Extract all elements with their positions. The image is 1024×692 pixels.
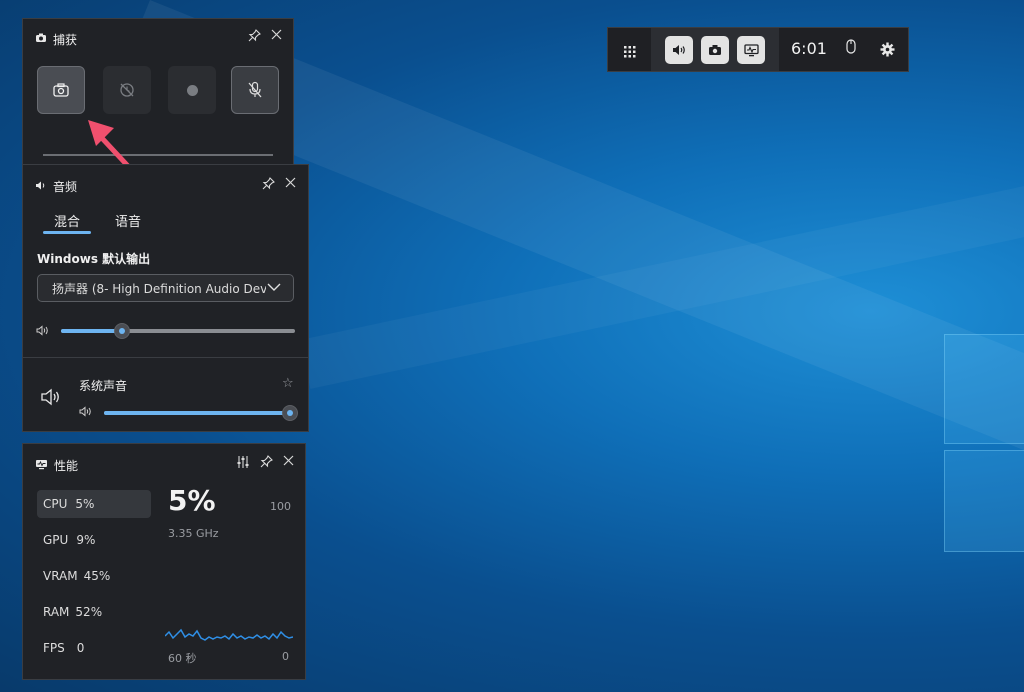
- mouse-icon[interactable]: [846, 39, 856, 58]
- tab-voice[interactable]: 语音: [115, 211, 141, 230]
- star-icon[interactable]: ☆: [282, 376, 294, 391]
- speaker-icon: [35, 180, 47, 194]
- slider-thumb[interactable]: [282, 405, 299, 421]
- metric-value: 9%: [76, 533, 96, 547]
- settings-sliders-icon[interactable]: [236, 455, 250, 473]
- mic-toggle-button[interactable]: [231, 66, 279, 114]
- screenshot-button[interactable]: [37, 66, 85, 114]
- slider-fill: [61, 329, 122, 333]
- clock: 6:01: [791, 39, 827, 58]
- windows-logo-pane: [944, 334, 1024, 444]
- monitor-icon: [743, 43, 759, 56]
- metric-value: 0: [76, 641, 85, 655]
- metric-value: 52%: [75, 605, 103, 619]
- audio-header: 音频: [35, 178, 77, 195]
- capture-header: 捕获: [35, 31, 77, 48]
- master-volume-slider[interactable]: [61, 323, 295, 339]
- close-icon[interactable]: [271, 29, 282, 46]
- cpu-frequency: 3.35 GHz: [168, 527, 219, 540]
- pin-icon[interactable]: [248, 29, 261, 46]
- performance-title: 性能: [54, 459, 79, 473]
- performance-header: 性能: [35, 457, 78, 474]
- metric-cpu[interactable]: CPU 5%: [37, 490, 151, 518]
- slider-fill: [104, 411, 291, 415]
- audio-widget-button[interactable]: [665, 36, 693, 64]
- current-metric-value: 5%: [168, 484, 216, 517]
- graph-axis-right: 0: [282, 650, 289, 663]
- camera-icon: [709, 45, 721, 55]
- metric-name: GPU: [43, 533, 69, 547]
- pin-icon[interactable]: [262, 177, 275, 194]
- app-name: 系统声音: [79, 379, 128, 393]
- camera-icon: [53, 83, 69, 97]
- capture-widget-button[interactable]: [701, 36, 729, 64]
- tab-mix[interactable]: 混合: [54, 211, 80, 230]
- audio-widget: 音频 混合 语音 Windows 默认输出 扬声器 (8- High Defin…: [22, 164, 309, 432]
- capture-title: 捕获: [53, 33, 78, 47]
- app-volume-slider[interactable]: [104, 405, 299, 421]
- start-recording-button[interactable]: [168, 66, 216, 114]
- monitor-icon: [35, 459, 48, 473]
- close-icon[interactable]: [285, 177, 296, 194]
- performance-widget: 性能 CPU 5% GPU 9% VRAM 45% RAM 52% FPS 0 …: [22, 443, 306, 680]
- active-tab-indicator: [43, 231, 91, 234]
- game-bar: 6:01: [607, 27, 909, 72]
- graph-axis-left: 60 秒: [168, 652, 197, 665]
- chevron-down-icon: [267, 281, 281, 295]
- speaker-icon: [40, 387, 62, 411]
- metric-value: 45%: [83, 569, 111, 583]
- windows-logo-pane: [944, 450, 1024, 552]
- metric-value: 5%: [75, 497, 95, 511]
- mic-off-icon: [248, 81, 262, 98]
- speaker-icon: [673, 45, 685, 55]
- divider: [23, 357, 308, 358]
- output-label: Windows 默认输出: [37, 252, 151, 266]
- history-disabled-icon: [120, 83, 134, 97]
- pin-icon[interactable]: [260, 455, 273, 473]
- widget-menu-icon[interactable]: [624, 43, 636, 62]
- metric-name: FPS: [43, 641, 65, 655]
- audio-title: 音频: [53, 180, 78, 194]
- metric-gpu[interactable]: GPU 9%: [37, 526, 151, 554]
- widget-toggle-group: [651, 28, 779, 71]
- graph-max-label: 100: [270, 500, 291, 513]
- volume-icon: [79, 406, 92, 420]
- performance-widget-button[interactable]: [737, 36, 765, 64]
- output-device-select[interactable]: 扬声器 (8- High Definition Audio Device): [37, 274, 294, 302]
- usage-graph: [165, 628, 293, 641]
- metric-name: RAM: [43, 605, 70, 619]
- volume-icon: [36, 325, 49, 339]
- metric-name: CPU: [43, 497, 68, 511]
- metric-ram[interactable]: RAM 52%: [37, 598, 151, 626]
- gear-icon[interactable]: [880, 42, 895, 61]
- metric-fps[interactable]: FPS 0: [37, 634, 151, 662]
- close-icon[interactable]: [283, 455, 294, 473]
- metric-vram[interactable]: VRAM 45%: [37, 562, 151, 590]
- slider-thumb[interactable]: [113, 323, 130, 339]
- output-device-value: 扬声器 (8- High Definition Audio Device): [52, 281, 266, 296]
- record-last-button[interactable]: [103, 66, 151, 114]
- record-dot-icon: [186, 84, 198, 96]
- camera-icon: [35, 32, 47, 47]
- metric-name: VRAM: [43, 569, 78, 583]
